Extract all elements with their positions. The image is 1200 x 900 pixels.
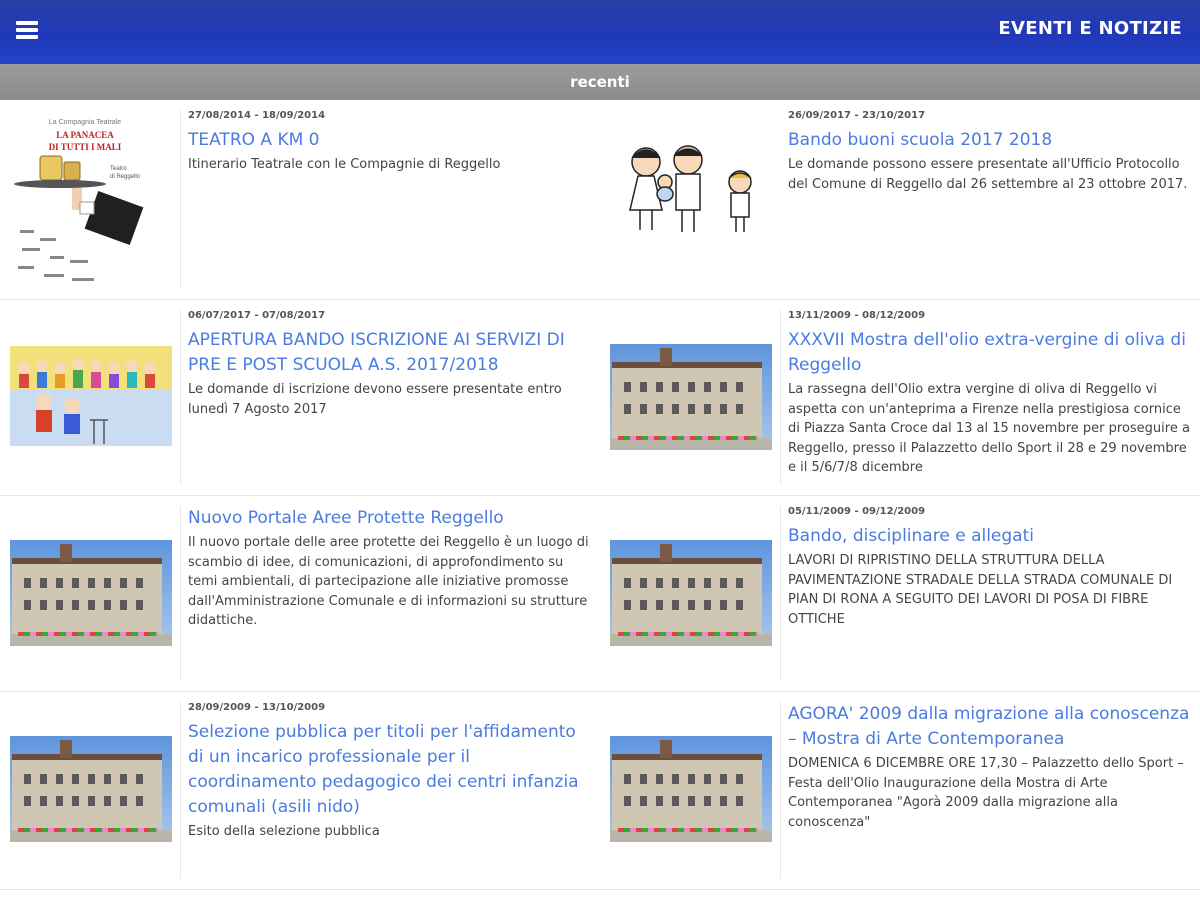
news-row: La Compagnia Teatrale LA PANACEA DI TUTT…	[0, 100, 1200, 300]
event-description: LAVORI DI RIPRISTINO DELLA STRUTTURA DEL…	[788, 553, 1173, 627]
town-hall-image	[610, 736, 772, 842]
hamburger-menu-icon[interactable]	[14, 18, 42, 44]
svg-text:LA PANACEA: LA PANACEA	[56, 130, 114, 140]
svg-text:di Reggello: di Reggello	[110, 174, 141, 180]
event-date: 06/07/2017 - 07/08/2017	[188, 310, 326, 321]
town-hall-image	[610, 540, 772, 646]
event-date: 28/09/2009 - 13/10/2009	[188, 702, 326, 713]
event-date: 05/11/2009 - 09/12/2009	[788, 506, 926, 517]
svg-text:La Compagnia Teatrale: La Compagnia Teatrale	[49, 119, 121, 126]
news-row: 06/07/2017 - 07/08/2017 APERTURA BANDO I…	[0, 300, 1200, 496]
poster-image: La Compagnia Teatrale LA PANACEA DI TUTT…	[10, 110, 172, 290]
event-description: Il nuovo portale delle aree protette dei…	[188, 535, 589, 628]
event-title-link[interactable]: Selezione pubblica per titoli per l'affi…	[188, 720, 590, 820]
news-item[interactable]: 06/07/2017 - 07/08/2017 APERTURA BANDO I…	[0, 300, 600, 495]
news-item[interactable]: 13/11/2009 - 08/12/2009 XXXVII Mostra de…	[600, 300, 1200, 495]
event-title-link[interactable]: TEATRO A KM 0	[188, 128, 590, 153]
news-item[interactable]: 28/09/2009 - 13/10/2009 Selezione pubbli…	[0, 692, 600, 889]
family-illustration-image	[610, 140, 772, 250]
event-description: Itinerario Teatrale con le Compagnie di …	[188, 157, 501, 172]
event-title-link[interactable]: XXXVII Mostra dell'olio extra-vergine di…	[788, 328, 1190, 378]
event-description: Le domande possono essere presentate all…	[788, 157, 1188, 192]
event-title-link[interactable]: Bando, disciplinare e allegati	[788, 524, 1190, 549]
event-title-link[interactable]: APERTURA BANDO ISCRIZIONE AI SERVIZI DI …	[188, 328, 590, 378]
event-title-link[interactable]: Nuovo Portale Aree Protette Reggello	[188, 506, 590, 531]
event-title-link[interactable]: AGORA' 2009 dalla migrazione alla conosc…	[788, 702, 1190, 752]
news-item[interactable]: 05/11/2009 - 09/12/2009 Bando, disciplin…	[600, 496, 1200, 691]
news-grid: La Compagnia Teatrale LA PANACEA DI TUTT…	[0, 100, 1200, 900]
news-item[interactable]: Nuovo Portale Aree Protette Reggello Il …	[0, 496, 600, 691]
event-description: DOMENICA 6 DICEMBRE ORE 17,30 – Palazzet…	[788, 756, 1184, 830]
event-date: 26/09/2017 - 23/10/2017	[788, 110, 926, 121]
news-item[interactable]: 26/09/2017 - 23/10/2017 Bando buoni scuo…	[600, 100, 1200, 299]
town-hall-image	[610, 344, 772, 450]
news-row: Nuovo Portale Aree Protette Reggello Il …	[0, 496, 1200, 692]
town-hall-image	[10, 736, 172, 842]
town-hall-image	[10, 540, 172, 646]
event-date: 27/08/2014 - 18/09/2014	[188, 110, 326, 121]
children-illustration-image	[10, 346, 172, 446]
svg-text:Teatro: Teatro	[110, 166, 127, 172]
news-item[interactable]: AGORA' 2009 dalla migrazione alla conosc…	[600, 692, 1200, 889]
news-row: 28/09/2009 - 13/10/2009 Selezione pubbli…	[0, 692, 1200, 890]
page-title: EVENTI E NOTIZIE	[998, 18, 1182, 39]
event-description: La rassegna dell'Olio extra vergine di o…	[788, 382, 1190, 475]
event-title-link[interactable]: Bando buoni scuola 2017 2018	[788, 128, 1190, 153]
event-description: Esito della selezione pubblica	[188, 824, 380, 839]
event-date: 13/11/2009 - 08/12/2009	[788, 310, 926, 321]
event-description: Le domande di iscrizione devono essere p…	[188, 382, 562, 417]
section-header: recenti	[0, 64, 1200, 100]
news-item[interactable]: La Compagnia Teatrale LA PANACEA DI TUTT…	[0, 100, 600, 299]
svg-text:DI TUTTI I MALI: DI TUTTI I MALI	[49, 142, 122, 152]
app-header: EVENTI E NOTIZIE	[0, 0, 1200, 64]
